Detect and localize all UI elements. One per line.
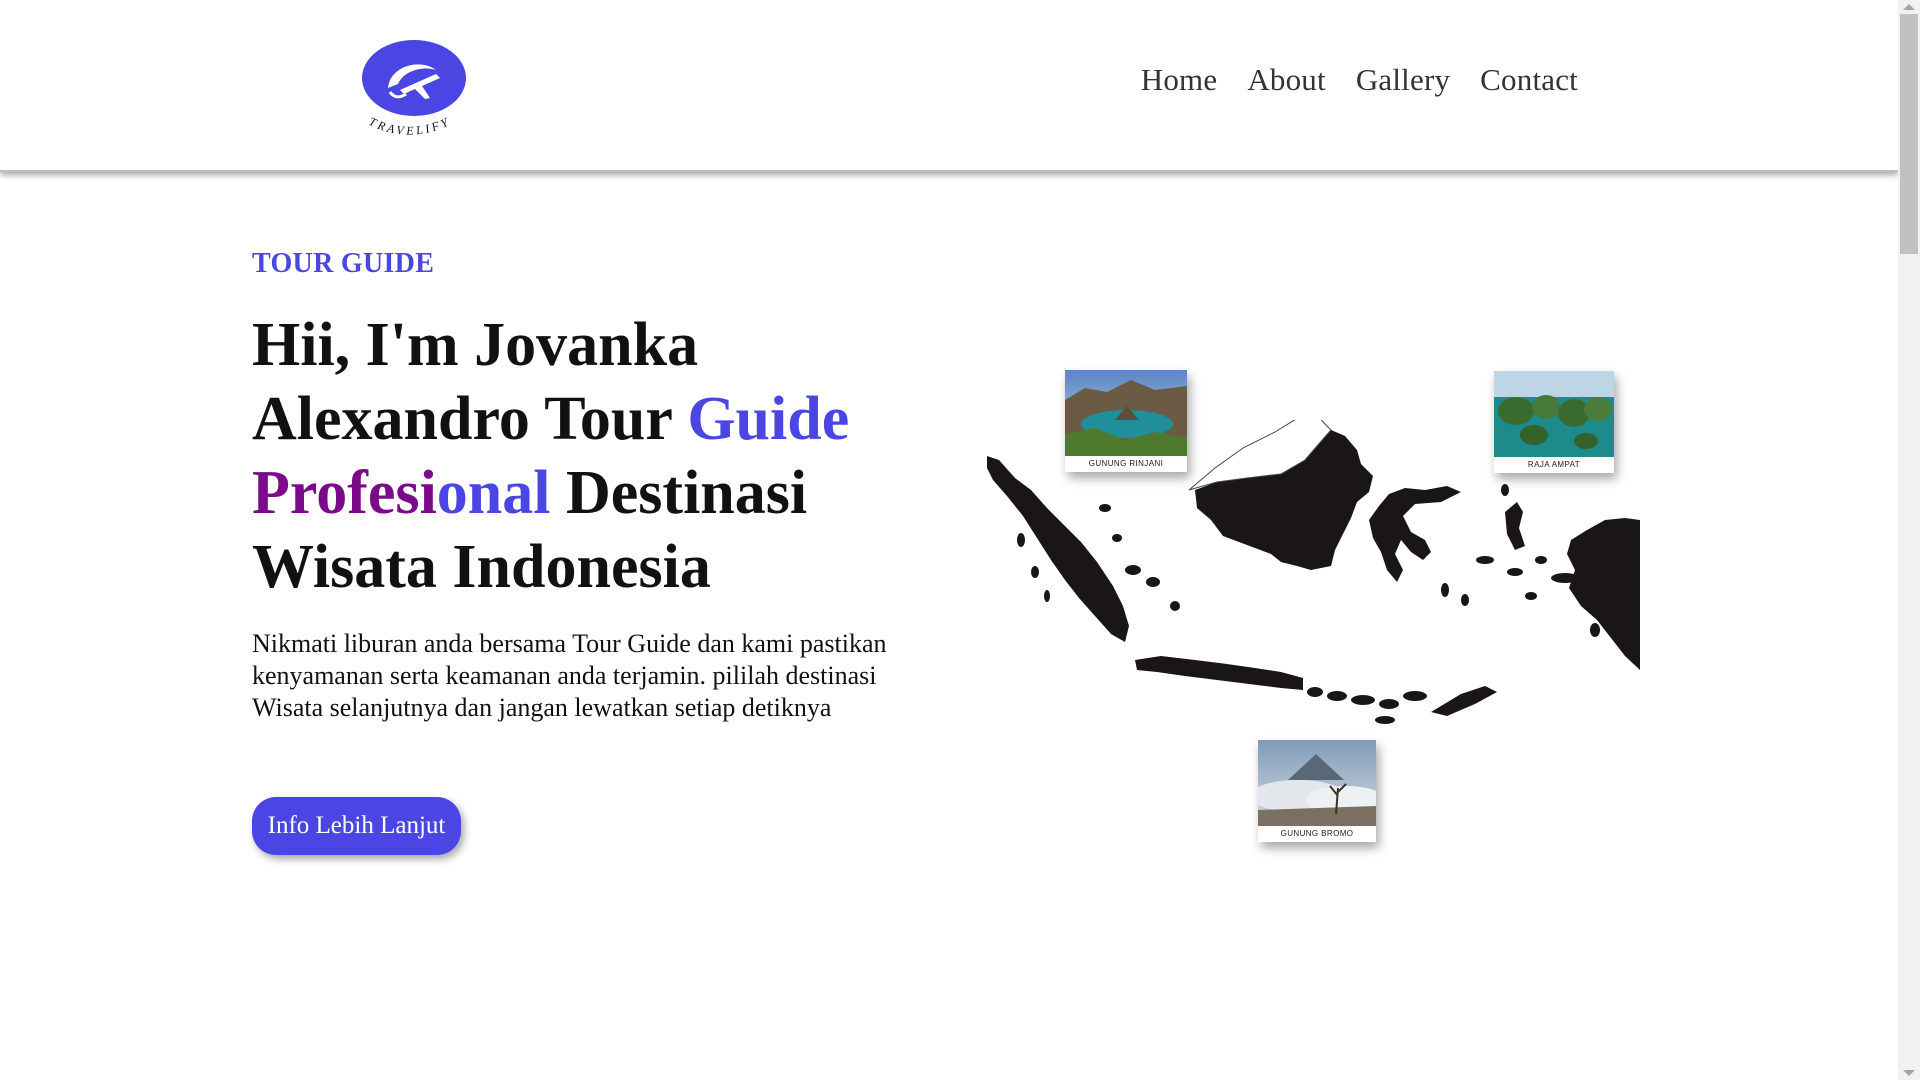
hero-description: Nikmati liburan anda bersama Tour Guide … [252,629,887,722]
vertical-scrollbar[interactable] [1898,0,1920,1080]
site-header: TRAVELIFY Home About Gallery Contact [0,0,1898,172]
svg-text:TRAVELIFY: TRAVELIFY [367,114,453,136]
hero-headline: Hii, I'm Jovanka Alexandro Tour Guide Pr… [252,308,912,604]
rinjani-caption: GUNUNG RINJANI [1088,459,1164,468]
nav-about[interactable]: About [1247,62,1326,98]
destination-card-raja-ampat[interactable]: RAJA AMPAT [1494,371,1614,473]
headline-guide: Guide [687,385,850,453]
raja-ampat-caption: RAJA AMPAT [1527,460,1581,469]
logo-text: TRAVELIFY [367,114,450,138]
raja-ampat-photo [1494,371,1614,457]
indonesia-map: GUNUNG RINJANI RAJA AMPAT GUNUNG BROMO [985,370,1640,842]
destination-card-rinjani[interactable]: GUNUNG RINJANI [1065,370,1187,472]
info-lebih-lanjut-button[interactable]: Info Lebih Lanjut [252,797,461,855]
nav-contact[interactable]: Contact [1480,62,1578,98]
scrollbar-thumb[interactable] [1900,14,1918,254]
destination-card-bromo[interactable]: GUNUNG BROMO [1258,740,1376,842]
headline-onal: onal [436,459,551,527]
bromo-photo [1258,740,1376,826]
main-nav: Home About Gallery Contact [1141,62,1578,98]
hero-eyebrow: TOUR GUIDE [252,248,435,279]
rinjani-photo [1065,370,1187,456]
travelify-logo[interactable]: TRAVELIFY [360,36,470,138]
scroll-down-icon[interactable] [1903,1070,1915,1076]
nav-home[interactable]: Home [1141,62,1218,98]
headline-part1: Hii, I'm Jovanka Alexandro Tour [252,311,699,453]
bromo-caption: GUNUNG BROMO [1280,829,1354,838]
nav-gallery[interactable]: Gallery [1356,62,1450,98]
scroll-up-icon[interactable] [1903,4,1915,10]
headline-profesi: Profesi [252,459,437,527]
